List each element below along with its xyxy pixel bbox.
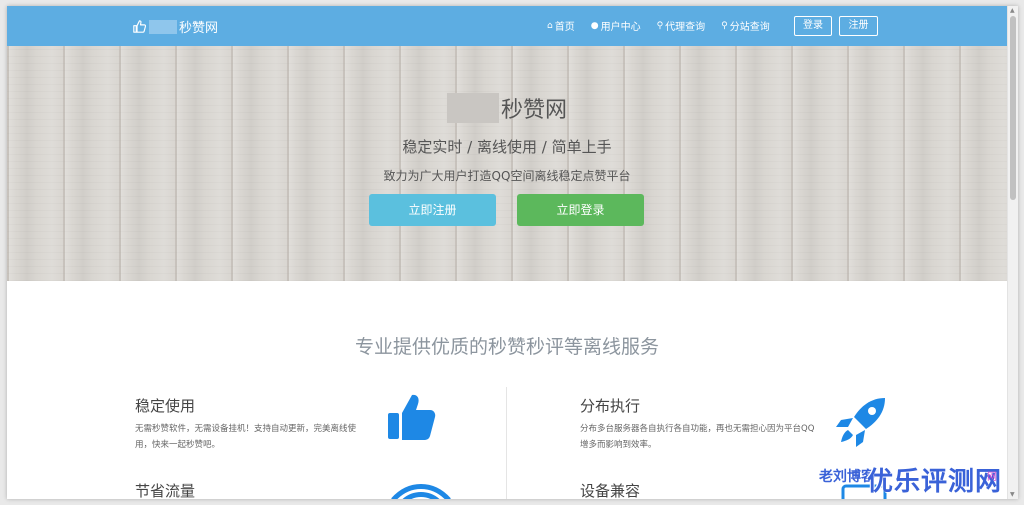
hero-register-button[interactable]: 立即注册 — [369, 194, 496, 226]
brand-logo[interactable]: 秒赞网 — [133, 17, 218, 36]
search-icon: ⚲ — [656, 20, 664, 31]
nav-link-label: 代理查询 — [665, 22, 706, 33]
user-icon: ● — [590, 20, 599, 31]
nav-login-button[interactable]: 登录 — [794, 16, 832, 36]
hero-description: 致力为广大用户打造QQ空间离线稳定点赞平台 — [383, 169, 631, 183]
feature-title: 分布执行 — [580, 397, 641, 415]
nav-link-substation-query[interactable]: ⚲ 分站查询 — [721, 18, 770, 34]
nav-link-label: 用户中心 — [600, 22, 641, 33]
hero-banner: 秒赞网 稳定实时 / 离线使用 / 简单上手 致力为广大用户打造QQ空间离线稳定… — [7, 46, 1007, 281]
nav-register-button[interactable]: 注册 — [839, 16, 878, 36]
hero-slogan: 稳定实时 / 离线使用 / 简单上手 — [402, 138, 612, 156]
nav-link-user-center[interactable]: ● 用户中心 — [590, 18, 641, 34]
feature-title: 设备兼容 — [580, 482, 641, 499]
navbar: 秒赞网 ⌂ 首页 ● 用户中心 ⚲ 代理查询 ⚲ 分站查询 登录 注册 — [7, 6, 1007, 46]
nav-link-label: 首页 — [554, 22, 575, 33]
scroll-up-arrow-icon[interactable]: ▲ — [1010, 7, 1015, 14]
feature-description: 分布多台服务器各自执行各自功能，再也无需担心因为平台QQ增多而影响到效率。 — [580, 424, 815, 450]
nav-link-label: 分站查询 — [729, 22, 770, 33]
browser-viewport: 秒赞网 ⌂ 首页 ● 用户中心 ⚲ 代理查询 ⚲ 分站查询 登录 注册 秒赞网 … — [7, 6, 1018, 499]
page-scrollbar[interactable]: ▲ ▼ — [1007, 6, 1018, 499]
nav-links: ⌂ 首页 ● 用户中心 ⚲ 代理查询 ⚲ 分站查询 — [547, 18, 786, 34]
wifi-icon — [391, 484, 451, 499]
watermark-tail: 网 — [987, 472, 997, 483]
rocket-icon — [836, 398, 885, 447]
nav-link-agent-query[interactable]: ⚲ 代理查询 — [656, 18, 706, 34]
scrollbar-thumb[interactable] — [1010, 16, 1016, 200]
scroll-down-arrow-icon[interactable]: ▼ — [1010, 491, 1015, 498]
hero-login-button[interactable]: 立即登录 — [517, 194, 644, 226]
nav-link-home[interactable]: ⌂ 首页 — [547, 18, 575, 34]
thumbs-up-icon — [388, 394, 436, 440]
hero-blurred-name — [446, 93, 499, 123]
brand-name: 秒赞网 — [179, 21, 219, 36]
feature-title: 节省流量 — [135, 482, 196, 499]
feature-divider — [506, 387, 507, 499]
feature-description: 无需秒赞软件，无需设备挂机！支持自动更新，完美离线使用，快来一起秒赞吧。 — [135, 424, 357, 450]
hero-title-text: 秒赞网 — [500, 98, 567, 123]
watermark-site: 优乐评测网 — [867, 467, 1003, 497]
thumbs-up-icon — [133, 20, 146, 33]
home-icon: ⌂ — [547, 20, 553, 31]
brand-blurred-name — [149, 19, 177, 34]
services-heading: 专业提供优质的秒赞秒评等离线服务 — [354, 336, 659, 358]
feature-title: 稳定使用 — [135, 397, 196, 415]
search-plus-icon: ⚲ — [721, 20, 728, 31]
hero-title: 秒赞网 — [7, 92, 1007, 124]
